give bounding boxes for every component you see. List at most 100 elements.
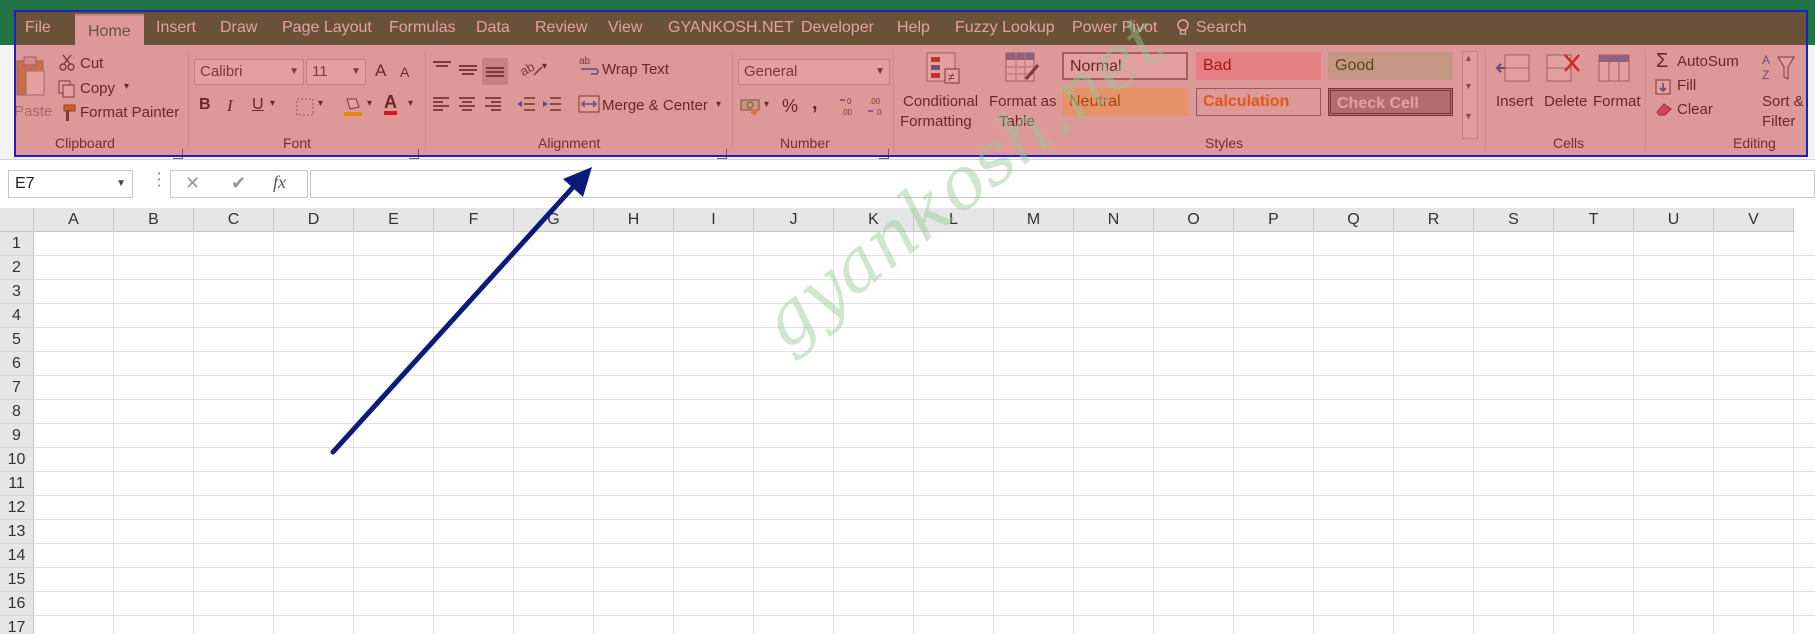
format-painter-button[interactable]: Format Painter [80, 104, 179, 121]
bold-button[interactable]: B [199, 96, 211, 114]
tab-draw[interactable]: Draw [220, 10, 257, 45]
align-right-icon[interactable] [484, 97, 502, 116]
tab-developer[interactable]: Developer [801, 10, 874, 45]
row-header-4[interactable]: 4 [0, 304, 34, 328]
style-check-cell[interactable]: Check Cell [1328, 88, 1453, 116]
format-cells-button[interactable]: Format [1593, 93, 1641, 110]
orientation-dropdown-icon[interactable]: ▾ [542, 61, 547, 72]
bottom-align-icon[interactable] [482, 58, 508, 85]
font-color-button[interactable]: A [384, 93, 397, 115]
number-format-select[interactable]: General ▼ [738, 59, 890, 85]
sort-filter-line2[interactable]: Filter [1762, 113, 1795, 130]
middle-align-icon[interactable] [458, 63, 478, 82]
column-header-p[interactable]: P [1234, 208, 1314, 232]
style-bad[interactable]: Bad [1196, 52, 1321, 80]
column-header-v[interactable]: V [1714, 208, 1794, 232]
number-launcher[interactable] [879, 149, 889, 159]
delete-cells-button[interactable]: Delete [1544, 93, 1587, 110]
row-header-17[interactable]: 17 [0, 616, 34, 634]
accounting-dropdown-icon[interactable]: ▾ [764, 99, 769, 110]
style-good[interactable]: Good [1328, 52, 1453, 80]
gallery-more-icon[interactable]: ▼ [1464, 111, 1473, 121]
row-header-11[interactable]: 11 [0, 472, 34, 496]
row-header-10[interactable]: 10 [0, 448, 34, 472]
insert-cells-button[interactable]: Insert [1496, 93, 1534, 110]
sort-filter-line1[interactable]: Sort & [1762, 93, 1804, 110]
column-header-i[interactable]: I [674, 208, 754, 232]
tab-review[interactable]: Review [535, 10, 587, 45]
formula-input[interactable] [310, 170, 1815, 198]
row-header-5[interactable]: 5 [0, 328, 34, 352]
paste-icon[interactable] [14, 55, 48, 104]
column-header-d[interactable]: D [274, 208, 354, 232]
accounting-format-icon[interactable] [740, 97, 762, 120]
column-header-u[interactable]: U [1634, 208, 1714, 232]
chevron-down-icon[interactable]: ▼ [116, 171, 126, 197]
conditional-formatting-line1[interactable]: Conditional [903, 93, 978, 110]
italic-button[interactable]: I [227, 96, 233, 116]
row-header-16[interactable]: 16 [0, 592, 34, 616]
borders-icon[interactable] [296, 98, 314, 121]
style-calculation[interactable]: Calculation [1196, 88, 1321, 116]
tab-fuzzy-lookup[interactable]: Fuzzy Lookup [955, 10, 1055, 45]
cancel-icon[interactable]: ✕ [185, 173, 200, 194]
autosum-button[interactable]: AutoSum [1677, 53, 1739, 70]
borders-dropdown-icon[interactable]: ▾ [318, 98, 323, 109]
column-header-c[interactable]: C [194, 208, 274, 232]
enter-icon[interactable]: ✔ [231, 173, 246, 194]
font-size-select[interactable]: 11 ▼ [306, 59, 366, 85]
row-header-7[interactable]: 7 [0, 376, 34, 400]
select-all-corner[interactable] [0, 208, 34, 232]
chevron-up-icon[interactable]: ▲ [1464, 53, 1473, 63]
row-header-9[interactable]: 9 [0, 424, 34, 448]
decrease-indent-icon[interactable] [516, 97, 536, 116]
font-color-dropdown-icon[interactable]: ▾ [408, 98, 413, 109]
tab-data[interactable]: Data [476, 10, 510, 45]
insert-function-button[interactable]: fx [273, 172, 286, 193]
clipboard-launcher[interactable] [173, 149, 183, 159]
cut-button[interactable]: Cut [80, 55, 103, 72]
tab-insert[interactable]: Insert [156, 10, 196, 45]
copy-dropdown-icon[interactable]: ▾ [124, 81, 129, 92]
row-header-1[interactable]: 1 [0, 232, 34, 256]
tab-gyankosh[interactable]: GYANKOSH.NET [668, 10, 794, 45]
wrap-text-button[interactable]: Wrap Text [602, 61, 669, 78]
row-header-15[interactable]: 15 [0, 568, 34, 592]
decrease-decimal-icon[interactable]: .00.0 [866, 95, 888, 122]
column-header-f[interactable]: F [434, 208, 514, 232]
column-header-e[interactable]: E [354, 208, 434, 232]
column-header-n[interactable]: N [1074, 208, 1154, 232]
font-name-select[interactable]: Calibri ▼ [194, 59, 304, 85]
tab-file[interactable]: File [25, 10, 51, 45]
column-header-t[interactable]: T [1554, 208, 1634, 232]
row-header-2[interactable]: 2 [0, 256, 34, 280]
column-header-r[interactable]: R [1394, 208, 1474, 232]
row-header-13[interactable]: 13 [0, 520, 34, 544]
tab-home[interactable]: Home [75, 14, 144, 45]
tab-page-layout[interactable]: Page Layout [282, 10, 372, 45]
row-header-14[interactable]: 14 [0, 544, 34, 568]
decrease-font-button[interactable]: A [400, 64, 409, 80]
tab-view[interactable]: View [608, 10, 642, 45]
underline-dropdown-icon[interactable]: ▾ [270, 98, 275, 109]
comma-button[interactable]: , [812, 92, 818, 115]
fill-color-icon[interactable] [342, 95, 364, 122]
tab-formulas[interactable]: Formulas [389, 10, 456, 45]
column-header-j[interactable]: J [754, 208, 834, 232]
alignment-launcher[interactable] [717, 149, 727, 159]
row-header-12[interactable]: 12 [0, 496, 34, 520]
paste-label[interactable]: Paste [14, 103, 52, 120]
row-header-3[interactable]: 3 [0, 280, 34, 304]
column-header-h[interactable]: H [594, 208, 674, 232]
tab-help[interactable]: Help [897, 10, 930, 45]
merge-center-button[interactable]: Merge & Center [602, 97, 708, 114]
font-launcher[interactable] [409, 149, 419, 159]
increase-font-button[interactable]: A [375, 61, 386, 81]
underline-button[interactable]: U [252, 96, 264, 114]
column-header-m[interactable]: M [994, 208, 1074, 232]
tab-search[interactable]: Search [1196, 10, 1247, 45]
column-header-o[interactable]: O [1154, 208, 1234, 232]
increase-indent-icon[interactable] [542, 97, 562, 116]
column-header-g[interactable]: G [514, 208, 594, 232]
name-box[interactable]: E7 ▼ [8, 170, 133, 198]
